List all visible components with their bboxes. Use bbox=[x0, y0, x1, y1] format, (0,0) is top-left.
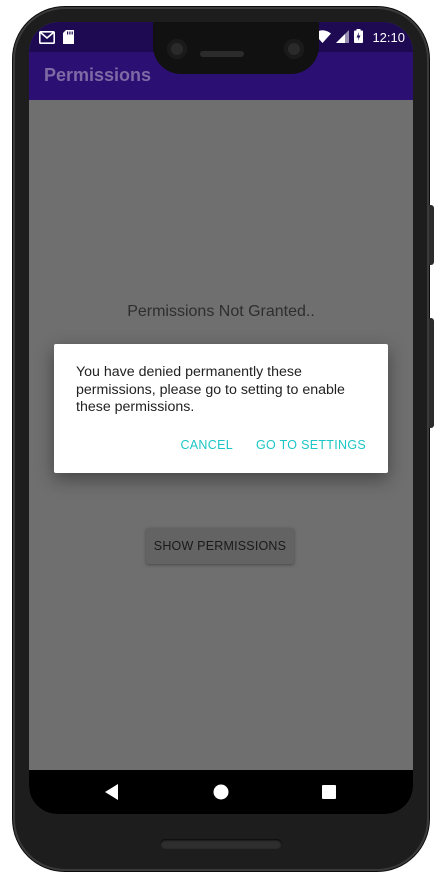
device-frame: 12:10 Permissions Permissions Not Grante… bbox=[0, 0, 440, 880]
status-time: 12:10 bbox=[372, 30, 405, 45]
permission-dialog: You have denied permanently these permis… bbox=[54, 344, 388, 473]
app-title: Permissions bbox=[44, 65, 152, 85]
recent-apps-icon[interactable] bbox=[320, 782, 338, 807]
navigation-bar bbox=[29, 770, 413, 814]
camera-notch bbox=[153, 22, 319, 74]
home-icon[interactable] bbox=[212, 782, 230, 807]
cell-signal-icon bbox=[336, 29, 350, 46]
bottom-speaker bbox=[160, 839, 282, 849]
earpiece-speaker bbox=[200, 51, 244, 57]
permission-status-text: Permissions Not Granted.. bbox=[127, 303, 315, 320]
back-icon[interactable] bbox=[103, 782, 121, 807]
sd-card-icon bbox=[63, 30, 74, 47]
status-right-icons: 12:10 bbox=[314, 29, 405, 46]
go-to-settings-button[interactable]: GO TO SETTINGS bbox=[256, 438, 366, 452]
status-left-icons bbox=[39, 30, 74, 47]
power-button bbox=[429, 205, 434, 265]
front-camera-right bbox=[284, 39, 304, 59]
dialog-actions: CANCEL GO TO SETTINGS bbox=[180, 438, 366, 452]
battery-charging-icon bbox=[354, 29, 364, 46]
front-camera-left bbox=[167, 39, 187, 59]
dialog-message: You have denied permanently these permis… bbox=[76, 364, 345, 415]
cancel-button[interactable]: CANCEL bbox=[180, 438, 233, 452]
gmail-icon bbox=[39, 30, 55, 47]
volume-button bbox=[429, 318, 434, 428]
show-permissions-button[interactable]: SHOW PERMISSIONS bbox=[146, 528, 294, 564]
screen: 12:10 Permissions Permissions Not Grante… bbox=[29, 22, 413, 814]
